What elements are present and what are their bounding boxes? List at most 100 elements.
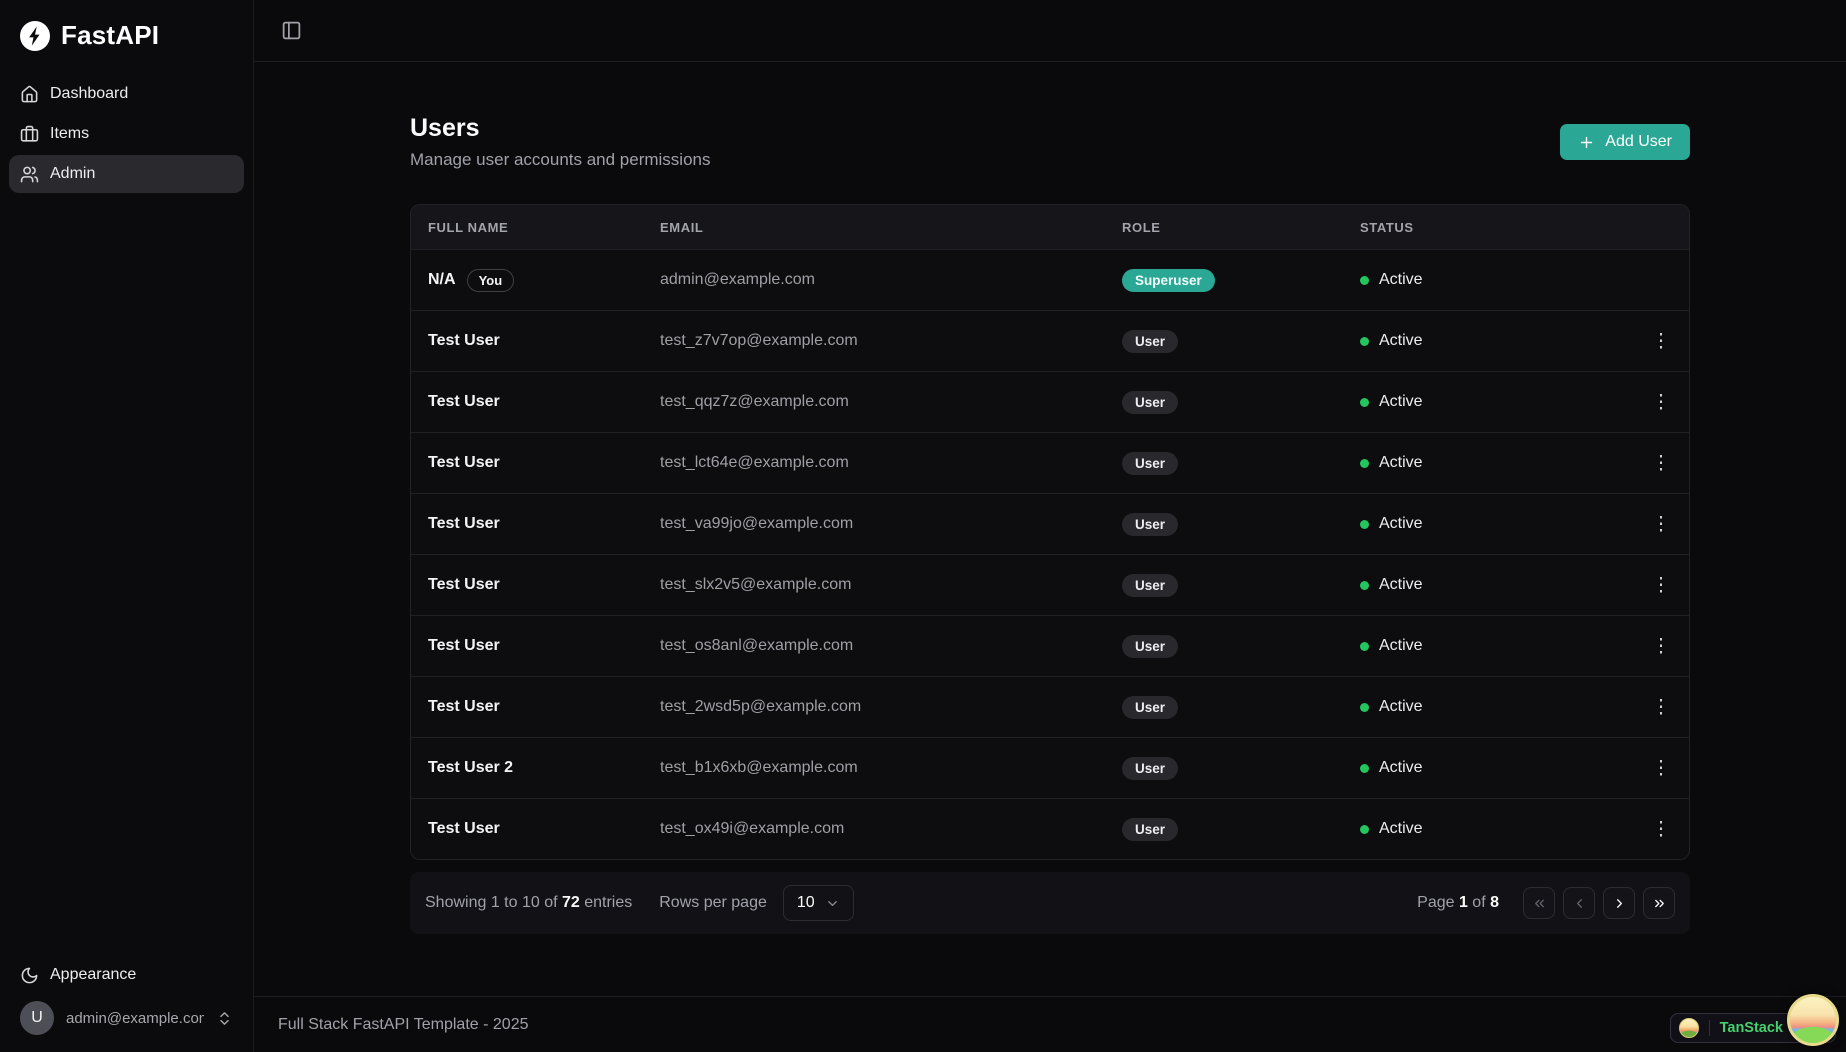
cell-full-name: Test User xyxy=(411,393,643,411)
row-menu-button[interactable]: ⋮ xyxy=(1644,751,1678,785)
sidebar-item-label: Admin xyxy=(50,165,96,182)
full-name-text: Test User xyxy=(428,576,500,593)
tanstack-island-icon xyxy=(1678,1018,1699,1038)
appearance-button[interactable]: Appearance xyxy=(9,956,244,994)
appearance-label: Appearance xyxy=(50,966,137,983)
row-menu-button[interactable]: ⋮ xyxy=(1644,446,1678,480)
cell-role: User xyxy=(1105,634,1343,658)
cell-actions: ⋮ xyxy=(1633,690,1689,724)
status-dot-icon xyxy=(1360,458,1369,468)
full-name-text: Test User xyxy=(428,698,500,715)
sidebar-item-label: Dashboard xyxy=(50,85,129,102)
cell-full-name: N/A You xyxy=(411,268,643,292)
sidebar-nav: Dashboard Items Admin xyxy=(0,75,253,193)
cell-email: admin@example.com xyxy=(660,271,815,288)
row-menu-button[interactable]: ⋮ xyxy=(1644,568,1678,602)
status-text: Active xyxy=(1379,454,1423,471)
total-entries: 72 xyxy=(561,894,580,911)
role-badge: User xyxy=(1122,451,1179,475)
row-menu-button[interactable]: ⋮ xyxy=(1644,690,1678,724)
full-name-text: Test User 2 xyxy=(428,759,514,776)
row-menu-button[interactable]: ⋮ xyxy=(1644,507,1678,541)
sidebar-toggle-button[interactable] xyxy=(274,14,308,48)
cell-actions: ⋮ xyxy=(1633,324,1689,358)
status-dot-icon xyxy=(1360,641,1369,651)
fastapi-logo-icon xyxy=(20,20,50,51)
tanstack-devtools: TanStack xyxy=(1669,994,1839,1046)
cell-status: Active xyxy=(1343,271,1633,289)
cell-full-name: Test User xyxy=(411,820,643,838)
moon-icon xyxy=(21,967,38,983)
rows-per-page-select[interactable]: 10 xyxy=(782,885,854,921)
cell-status: Active xyxy=(1343,820,1633,838)
role-badge: Superuser xyxy=(1122,268,1215,292)
status-text: Active xyxy=(1379,637,1423,654)
topbar xyxy=(254,0,1846,62)
sidebar-item-label: Items xyxy=(50,125,90,142)
next-page-button[interactable] xyxy=(1603,887,1635,919)
cell-email: test_z7v7op@example.com xyxy=(660,332,858,349)
cell-full-name: Test User xyxy=(411,576,643,594)
cell-role: User xyxy=(1105,390,1343,414)
role-badge: User xyxy=(1122,817,1179,841)
column-header-email: EMAIL xyxy=(660,219,704,235)
avatar: U xyxy=(20,1001,54,1035)
add-user-button[interactable]: Add User xyxy=(1560,124,1690,160)
sidebar-item-admin[interactable]: Admin xyxy=(9,155,244,193)
cell-actions: ⋮ xyxy=(1633,629,1689,663)
table-row: Test User test_os8anl@example.com User A… xyxy=(411,615,1689,676)
sidebar-item-items[interactable]: Items xyxy=(9,115,244,153)
cell-actions: ⋮ xyxy=(1633,446,1689,480)
tanstack-logo-button[interactable] xyxy=(1787,994,1839,1046)
chevrons-right-icon xyxy=(1654,899,1664,907)
pagination-bar: Showing 1 to 10 of 72 entries Rows per p… xyxy=(410,872,1690,934)
tanstack-label: TanStack xyxy=(1719,1020,1783,1036)
status-dot-icon xyxy=(1360,580,1369,590)
sidebar-item-dashboard[interactable]: Dashboard xyxy=(9,75,244,113)
cell-full-name: Test User xyxy=(411,332,643,350)
cell-status: Active xyxy=(1343,454,1633,472)
full-name-text: Test User xyxy=(428,515,500,532)
table-row: N/A You admin@example.com Superuser Acti… xyxy=(411,249,1689,310)
row-menu-button[interactable]: ⋮ xyxy=(1644,385,1678,419)
cell-actions: ⋮ xyxy=(1633,568,1689,602)
first-page-button[interactable] xyxy=(1523,887,1555,919)
role-badge: User xyxy=(1122,695,1179,719)
cell-email: test_qqz7z@example.com xyxy=(660,393,849,410)
row-menu-button[interactable]: ⋮ xyxy=(1644,324,1678,358)
last-page-button[interactable] xyxy=(1643,887,1675,919)
full-name-text: Test User xyxy=(428,454,500,471)
content: Users Manage user accounts and permissio… xyxy=(254,62,1846,996)
status-dot-icon xyxy=(1360,519,1369,529)
cell-role: User xyxy=(1105,451,1343,475)
panel-left-icon xyxy=(282,21,300,40)
page-head: Users Manage user accounts and permissio… xyxy=(410,114,1690,170)
cell-role: Superuser xyxy=(1105,268,1343,292)
cell-actions: ⋮ xyxy=(1633,812,1689,846)
status-text: Active xyxy=(1379,332,1423,349)
full-name-text: Test User xyxy=(428,332,500,349)
total-pages: 8 xyxy=(1490,894,1499,911)
role-badge: User xyxy=(1122,634,1179,658)
chevron-left-icon xyxy=(1576,898,1582,908)
column-header-role: ROLE xyxy=(1122,219,1161,235)
you-badge: You xyxy=(466,268,515,292)
house-icon xyxy=(21,85,38,102)
rows-per-page-value: 10 xyxy=(796,894,815,911)
plus-icon xyxy=(1581,136,1593,148)
cell-full-name: Test User xyxy=(411,637,643,655)
cell-actions: ⋮ xyxy=(1633,751,1689,785)
status-dot-icon xyxy=(1360,336,1369,346)
row-menu-button[interactable]: ⋮ xyxy=(1644,812,1678,846)
prev-page-button[interactable] xyxy=(1563,887,1595,919)
row-menu-button[interactable]: ⋮ xyxy=(1644,629,1678,663)
cell-full-name: Test User 2 xyxy=(411,759,643,777)
user-menu-button[interactable]: U admin@example.com xyxy=(9,994,244,1042)
status-dot-icon xyxy=(1360,397,1369,407)
chevrons-up-down-icon xyxy=(220,1011,229,1025)
chevron-down-icon xyxy=(827,900,837,906)
cell-role: User xyxy=(1105,817,1343,841)
divider xyxy=(1708,1020,1710,1036)
cell-email: test_2wsd5p@example.com xyxy=(660,698,862,715)
